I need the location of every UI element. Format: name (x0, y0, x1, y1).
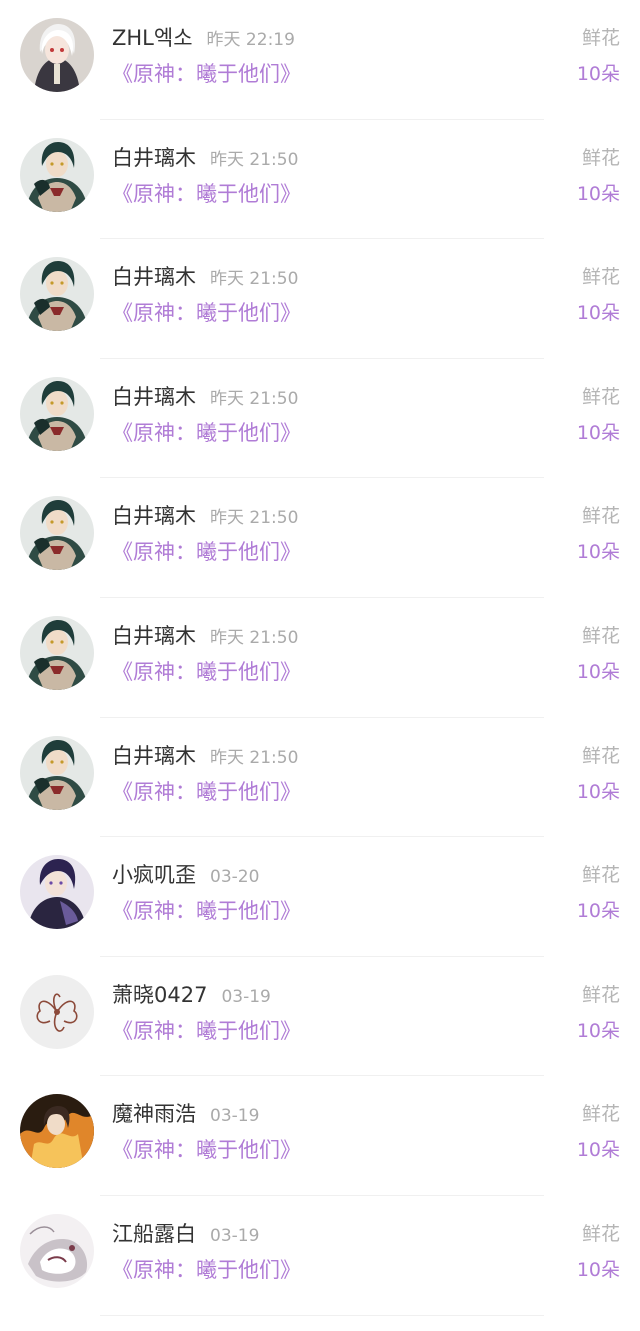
timestamp: 03-19 (221, 986, 271, 1007)
name-line: ZHL엑소 昨天 22:19 (112, 24, 295, 54)
book-title-link[interactable]: 《原神：曦于他们》 (112, 658, 301, 686)
avatar-green-hair[interactable] (20, 615, 94, 690)
list-item[interactable]: 魔神雨浩 03-19 《原神：曦于他们》 鲜花 10朵 (20, 1076, 620, 1196)
gift-type: 鲜花 (581, 1222, 620, 1245)
user-name[interactable]: 白井璃木 (112, 624, 196, 648)
gift-count: 10朵 (576, 302, 620, 325)
user-name[interactable]: 白井璃木 (112, 385, 196, 409)
list-item[interactable]: ZHL엑소 昨天 22:19 《原神：曦于他们》 鲜花 10朵 (20, 0, 620, 120)
name-line: 白井璃木 昨天 21:50 (112, 383, 298, 413)
user-name[interactable]: 魔神雨浩 (112, 1102, 196, 1126)
user-name[interactable]: 白井璃木 (112, 146, 196, 170)
gift-type: 鲜花 (581, 505, 620, 528)
timestamp: 03-19 (210, 1225, 260, 1246)
gift-count: 10朵 (576, 1019, 620, 1042)
avatar-green-hair[interactable] (20, 257, 94, 332)
timestamp: 03-20 (210, 867, 260, 888)
book-title-link[interactable]: 《原神：曦于他们》 (112, 778, 301, 806)
list-item[interactable]: 白井璃木 昨天 21:50 《原神：曦于他们》 鲜花 10朵 (20, 120, 620, 240)
gift-count: 10朵 (576, 780, 620, 803)
timestamp: 03-19 (210, 1106, 260, 1127)
name-line: 白井璃木 昨天 21:50 (112, 502, 298, 532)
list-item[interactable]: 白井璃木 昨天 21:50 《原神：曦于他们》 鲜花 10朵 (20, 239, 620, 359)
list-item[interactable]: 白井璃木 昨天 21:50 《原神：曦于他们》 鲜花 10朵 (20, 718, 620, 838)
user-name[interactable]: 江船露白 (112, 1222, 196, 1246)
name-line: 小疯叽歪 03-20 (112, 861, 259, 891)
avatar-fire[interactable] (20, 1094, 94, 1169)
gift-count: 10朵 (576, 541, 620, 564)
name-line: 江船露白 03-19 (112, 1220, 259, 1250)
user-name[interactable]: 萧晓0427 (112, 983, 207, 1007)
name-line: 白井璃木 昨天 21:50 (112, 263, 298, 293)
gift-count: 10朵 (576, 660, 620, 683)
avatar-sketch[interactable] (20, 1213, 94, 1288)
book-title-link[interactable]: 《原神：曦于他们》 (112, 299, 301, 327)
name-line: 白井璃木 昨天 21:50 (112, 622, 298, 652)
timestamp: 昨天 21:50 (210, 388, 299, 409)
book-title-link[interactable]: 《原神：曦于他们》 (112, 538, 301, 566)
book-title-link[interactable]: 《原神：曦于他们》 (112, 1256, 301, 1284)
book-title-link[interactable]: 《原神：曦于他们》 (112, 1136, 301, 1164)
gift-count: 10朵 (576, 182, 620, 205)
avatar-white-hair[interactable] (20, 18, 94, 92)
timestamp: 昨天 21:50 (210, 149, 299, 170)
gift-count: 10朵 (576, 900, 620, 923)
list-item[interactable]: 白井璃木 昨天 21:50 《原神：曦于他们》 鲜花 10朵 (20, 598, 620, 718)
book-title-link[interactable]: 《原神：曦于他们》 (112, 897, 301, 925)
gift-type: 鲜花 (581, 624, 620, 647)
user-name[interactable]: 白井璃木 (112, 744, 196, 768)
timestamp: 昨天 21:50 (210, 508, 299, 529)
gift-type: 鲜花 (581, 385, 620, 408)
user-name[interactable]: 白井璃木 (112, 504, 196, 528)
gift-type: 鲜花 (581, 983, 620, 1006)
avatar-green-hair[interactable] (20, 496, 94, 571)
gift-record-list: ZHL엑소 昨天 22:19 《原神：曦于他们》 鲜花 10朵 白井璃木 昨天 21… (0, 0, 640, 1316)
name-line: 魔神雨浩 03-19 (112, 1100, 259, 1130)
timestamp: 昨天 21:50 (210, 747, 299, 768)
avatar-flower[interactable] (20, 974, 94, 1049)
user-name[interactable]: ZHL엑소 (112, 26, 193, 50)
avatar-green-hair[interactable] (20, 735, 94, 810)
name-line: 白井璃木 昨天 21:50 (112, 742, 298, 772)
gift-count: 10朵 (576, 421, 620, 444)
gift-type: 鲜花 (581, 27, 620, 49)
timestamp: 昨天 22:19 (206, 30, 295, 50)
gift-type: 鲜花 (581, 1103, 620, 1126)
gift-type: 鲜花 (581, 744, 620, 767)
user-name[interactable]: 白井璃木 (112, 265, 196, 289)
user-name[interactable]: 小疯叽歪 (112, 863, 196, 887)
list-item[interactable]: 白井璃木 昨天 21:50 《原神：曦于他们》 鲜花 10朵 (20, 478, 620, 598)
list-item[interactable]: 小疯叽歪 03-20 《原神：曦于他们》 鲜花 10朵 (20, 837, 620, 957)
book-title-link[interactable]: 《原神：曦于他们》 (112, 180, 301, 208)
book-title-link[interactable]: 《原神：曦于他们》 (112, 419, 301, 447)
gift-count: 10朵 (576, 1139, 620, 1162)
name-line: 白井璃木 昨天 21:50 (112, 144, 298, 174)
gift-type: 鲜花 (581, 266, 620, 289)
name-line: 萧晓0427 03-19 (112, 981, 271, 1011)
list-item[interactable]: 萧晓0427 03-19 《原神：曦于他们》 鲜花 10朵 (20, 957, 620, 1077)
gift-type: 鲜花 (581, 864, 620, 887)
avatar-dark-hair[interactable] (20, 855, 94, 930)
timestamp: 昨天 21:50 (210, 627, 299, 648)
book-title-link[interactable]: 《原神：曦于他们》 (112, 1017, 301, 1045)
gift-count: 10朵 (576, 1258, 620, 1281)
list-item[interactable]: 江船露白 03-19 《原神：曦于他们》 鲜花 10朵 (20, 1196, 620, 1316)
avatar-green-hair[interactable] (20, 376, 94, 451)
gift-type: 鲜花 (581, 146, 620, 169)
gift-count: 10朵 (576, 63, 620, 85)
book-title-link[interactable]: 《原神：曦于他们》 (112, 60, 301, 88)
list-item[interactable]: 白井璃木 昨天 21:50 《原神：曦于他们》 鲜花 10朵 (20, 359, 620, 479)
timestamp: 昨天 21:50 (210, 269, 299, 290)
avatar-green-hair[interactable] (20, 137, 94, 212)
